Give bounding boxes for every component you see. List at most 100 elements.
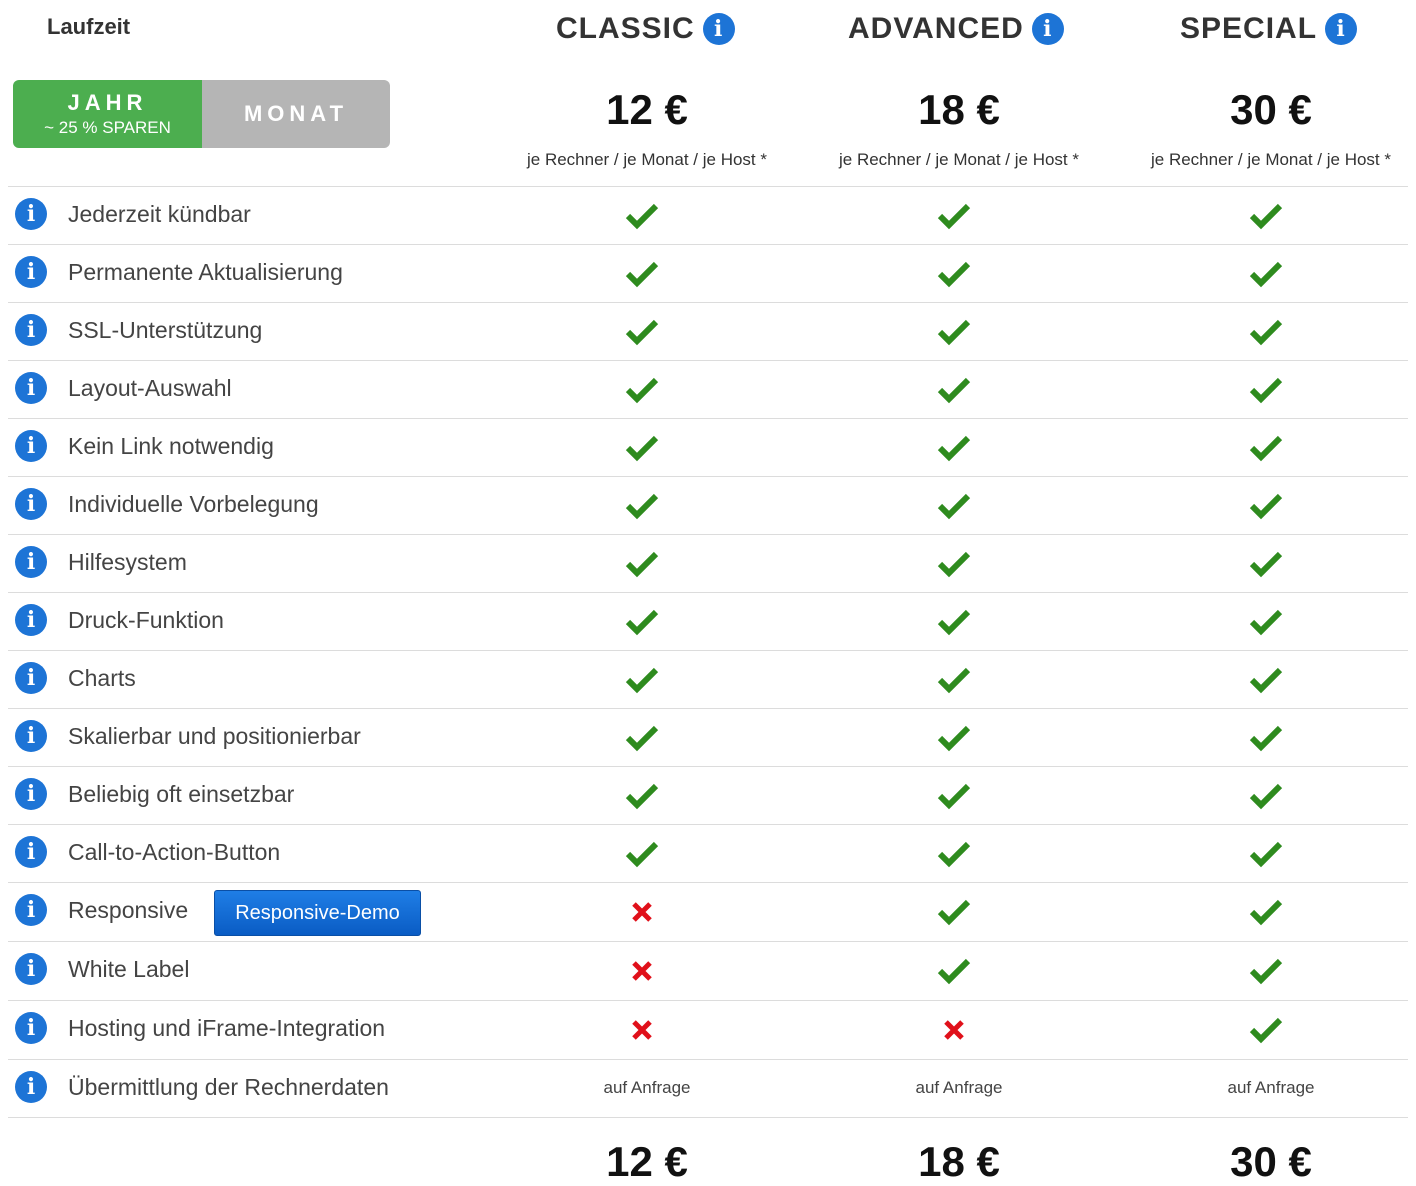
info-icon[interactable]: i xyxy=(15,546,47,578)
plan-header-advanced: ADVANCED i xyxy=(848,8,1064,50)
feature-label: Charts xyxy=(68,665,136,691)
check-icon xyxy=(924,825,984,882)
feature-label: Übermittlung der Rechnerdaten xyxy=(68,1074,389,1100)
feature-label: Druck-Funktion xyxy=(68,607,224,633)
price-unit-classic: je Rechner / je Monat / je Host * xyxy=(526,150,767,169)
feature-label: White Label xyxy=(68,956,190,982)
check-icon xyxy=(612,709,672,766)
check-icon xyxy=(612,419,672,476)
info-icon[interactable]: i xyxy=(15,1071,47,1103)
price-unit-advanced: je Rechner / je Monat / je Host * xyxy=(838,150,1079,169)
toggle-month-button[interactable]: MONAT xyxy=(202,80,390,148)
info-icon[interactable]: i xyxy=(15,836,47,868)
info-icon[interactable]: i xyxy=(15,604,47,636)
check-icon xyxy=(1236,767,1296,824)
check-icon xyxy=(1236,593,1296,650)
check-icon xyxy=(924,303,984,360)
info-icon[interactable]: i xyxy=(15,372,47,404)
check-icon xyxy=(1236,245,1296,302)
check-icon xyxy=(612,361,672,418)
check-icon xyxy=(612,245,672,302)
billing-toggle: JAHR ~ 25 % SPAREN MONAT xyxy=(13,80,390,148)
check-icon xyxy=(1236,651,1296,708)
feature-row: i Responsive Responsive-Demo xyxy=(8,882,1408,941)
info-icon[interactable]: i xyxy=(15,430,47,462)
info-icon[interactable]: i xyxy=(15,256,47,288)
check-icon xyxy=(612,593,672,650)
plan-header-classic: CLASSIC i xyxy=(556,8,735,50)
info-icon[interactable]: i xyxy=(1325,13,1358,45)
feature-label: Individuelle Vorbelegung xyxy=(68,491,319,517)
check-icon xyxy=(1236,419,1296,476)
bottom-price-special: 30 € xyxy=(1230,1138,1312,1185)
feature-label: Kein Link notwendig xyxy=(68,433,274,459)
check-icon xyxy=(924,709,984,766)
feature-row: i Permanente Aktualisierung xyxy=(8,244,1408,302)
feature-row: i Kein Link notwendig xyxy=(8,418,1408,476)
check-icon xyxy=(1236,477,1296,534)
month-label: MONAT xyxy=(243,101,349,126)
feature-label: Responsive xyxy=(68,897,189,923)
cross-icon xyxy=(612,942,672,999)
feature-row: i Layout-Auswahl xyxy=(8,360,1408,418)
feature-label: SSL-Unterstützung xyxy=(68,317,263,343)
check-icon xyxy=(1236,303,1296,360)
info-icon[interactable]: i xyxy=(15,953,47,985)
info-icon[interactable]: i xyxy=(1031,13,1064,45)
feature-row: i Hilfesystem xyxy=(8,534,1408,592)
feature-row: i Individuelle Vorbelegung xyxy=(8,476,1408,534)
feature-label: Hilfesystem xyxy=(68,549,187,575)
value-text-special: auf Anfrage xyxy=(1227,1078,1315,1097)
info-icon[interactable]: i xyxy=(15,1012,47,1044)
check-icon xyxy=(612,303,672,360)
info-icon[interactable]: i xyxy=(15,198,47,230)
check-icon xyxy=(924,535,984,592)
check-icon xyxy=(1236,535,1296,592)
info-icon[interactable]: i xyxy=(702,13,735,45)
check-icon xyxy=(924,477,984,534)
feature-row: i Charts xyxy=(8,650,1408,708)
feature-label: Layout-Auswahl xyxy=(68,375,232,401)
check-icon xyxy=(924,187,984,244)
check-icon xyxy=(1236,883,1296,940)
laufzeit-label: Laufzeit xyxy=(47,14,131,39)
value-text-classic: auf Anfrage xyxy=(603,1078,691,1097)
check-icon xyxy=(1236,187,1296,244)
info-icon[interactable]: i xyxy=(15,894,47,926)
check-icon xyxy=(924,651,984,708)
value-text-advanced: auf Anfrage xyxy=(915,1078,1003,1097)
toggle-year-button[interactable]: JAHR ~ 25 % SPAREN xyxy=(13,80,202,148)
feature-label: Call-to-Action-Button xyxy=(68,839,281,865)
feature-row: i Call-to-Action-Button xyxy=(8,824,1408,882)
feature-row: i Hosting und iFrame-Integration xyxy=(8,1000,1408,1059)
price-unit-special: je Rechner / je Monat / je Host * xyxy=(1150,150,1391,169)
cross-icon xyxy=(924,1001,984,1058)
feature-row: i Druck-Funktion xyxy=(8,592,1408,650)
info-icon[interactable]: i xyxy=(15,778,47,810)
feature-row: i Skalierbar und positionierbar xyxy=(8,708,1408,766)
info-icon[interactable]: i xyxy=(15,720,47,752)
bottom-price-advanced: 18 € xyxy=(918,1138,1000,1185)
feature-row: i White Label xyxy=(8,941,1408,1000)
feature-table: i Jederzeit kündbar i Permanente Aktualisie… xyxy=(8,186,1408,1118)
check-icon xyxy=(612,477,672,534)
feature-row: i Jederzeit kündbar xyxy=(8,186,1408,244)
check-icon xyxy=(612,825,672,882)
check-icon xyxy=(924,245,984,302)
plan-name: CLASSIC xyxy=(556,12,695,45)
check-icon xyxy=(1236,825,1296,882)
plan-name: ADVANCED xyxy=(848,12,1024,45)
info-icon[interactable]: i xyxy=(15,314,47,346)
feature-label: Jederzeit kündbar xyxy=(68,201,251,227)
check-icon xyxy=(924,419,984,476)
year-savings-label: ~ 25 % SPAREN xyxy=(44,118,171,137)
info-icon[interactable]: i xyxy=(15,662,47,694)
responsive-demo-button[interactable]: Responsive-Demo xyxy=(214,890,421,936)
check-icon xyxy=(1236,1001,1296,1058)
check-icon xyxy=(924,361,984,418)
cross-icon xyxy=(612,883,672,940)
feature-label: Skalierbar und positionierbar xyxy=(68,723,361,749)
check-icon xyxy=(612,535,672,592)
info-icon[interactable]: i xyxy=(15,488,47,520)
price-classic: 12 € xyxy=(606,86,688,133)
